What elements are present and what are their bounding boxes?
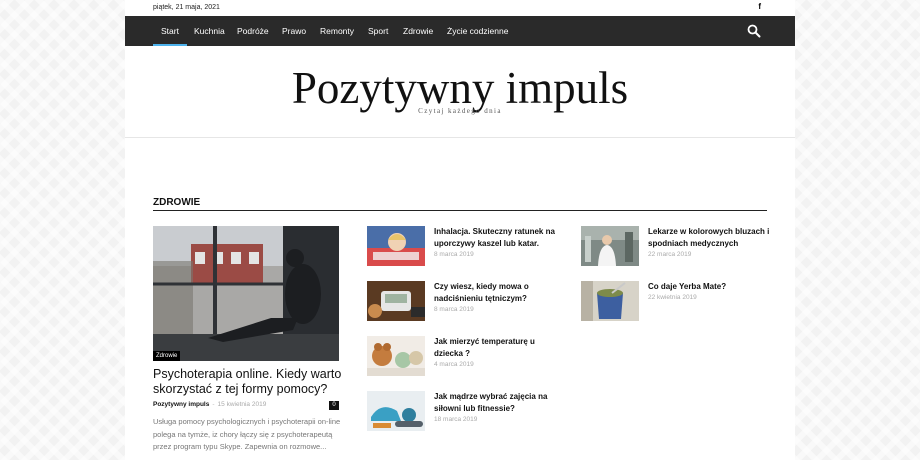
post-date: 22 kwietnia 2019 — [648, 294, 697, 301]
list-item: Lekarze w kolorowych bluzach i spodniach… — [581, 226, 771, 268]
post-thumbnail[interactable] — [367, 281, 425, 321]
post-date: 15 kwietnia 2019 — [217, 401, 267, 408]
post-date: 18 marca 2019 — [434, 416, 478, 423]
post-thumbnail[interactable] — [367, 336, 425, 376]
post-thumbnail[interactable] — [581, 226, 639, 266]
site-tagline: Czytaj każdego dnia — [418, 107, 502, 115]
site-header: Pozytywny impuls Czytaj każdego dnia — [125, 46, 795, 138]
meta-separator: - — [212, 401, 215, 408]
section-divider — [153, 210, 767, 211]
main-navigation: Start Kuchnia Podróże Prawo Remonty Spor… — [125, 16, 795, 46]
nav-item-prawo[interactable]: Prawo — [282, 16, 306, 46]
comment-count-badge[interactable]: 0 — [329, 401, 339, 410]
post-title[interactable]: Jak mądrze wybrać zajęcia na siłowni lub… — [434, 391, 556, 415]
post-date: 8 marca 2019 — [434, 251, 474, 258]
post-date: 22 marca 2019 — [648, 251, 692, 258]
page: piątek, 21 maja, 2021 f Start Kuchnia Po… — [125, 0, 795, 460]
search-icon[interactable] — [747, 24, 761, 38]
post-thumbnail[interactable] — [367, 226, 425, 266]
featured-post-meta: Pozytywny impuls -15 kwietnia 2019 — [153, 401, 266, 408]
list-item: Inhalacja. Skuteczny ratunek na uporczyw… — [367, 226, 557, 268]
nav-item-zycie-codzienne[interactable]: Życie codzienne — [447, 16, 508, 46]
nav-item-sport[interactable]: Sport — [368, 16, 388, 46]
post-date: 4 marca 2019 — [434, 361, 474, 368]
post-title[interactable]: Inhalacja. Skuteczny ratunek na uporczyw… — [434, 226, 556, 250]
list-item: Czy wiesz, kiedy mowa o nadciśnieniu tęt… — [367, 281, 557, 323]
nav-item-remonty[interactable]: Remonty — [320, 16, 354, 46]
post-author[interactable]: Pozytywny impuls — [153, 401, 209, 408]
featured-post-excerpt: Usługa pomocy psychologicznych i psychot… — [153, 417, 341, 451]
nav-item-kuchnia[interactable]: Kuchnia — [194, 16, 225, 46]
current-date: piątek, 21 maja, 2021 — [153, 4, 220, 11]
post-title[interactable]: Jak mierzyć temperaturę u dziecka ? — [434, 336, 556, 360]
nav-item-zdrowie[interactable]: Zdrowie — [403, 16, 433, 46]
nav-item-podroze[interactable]: Podróże — [237, 16, 269, 46]
facebook-icon[interactable]: f — [758, 2, 761, 11]
featured-post-title[interactable]: Psychoterapia online. Kiedy warto skorzy… — [153, 367, 343, 397]
list-item: Jak mądrze wybrać zajęcia na siłowni lub… — [367, 391, 557, 433]
post-title[interactable]: Lekarze w kolorowych bluzach i spodniach… — [648, 226, 770, 250]
featured-post-image[interactable] — [153, 226, 339, 361]
list-item: Co daje Yerba Mate? 22 kwietnia 2019 — [581, 281, 771, 323]
category-badge[interactable]: Zdrowie — [153, 351, 181, 361]
nav-item-start[interactable]: Start — [153, 16, 187, 46]
list-item: Jak mierzyć temperaturę u dziecka ? 4 ma… — [367, 336, 557, 378]
post-date: 8 marca 2019 — [434, 306, 474, 313]
post-thumbnail[interactable] — [581, 281, 639, 321]
post-title[interactable]: Czy wiesz, kiedy mowa o nadciśnieniu tęt… — [434, 281, 556, 305]
top-bar: piątek, 21 maja, 2021 f — [125, 0, 795, 16]
section-title[interactable]: ZDROWIE — [153, 197, 200, 208]
post-thumbnail[interactable] — [367, 391, 425, 431]
post-title[interactable]: Co daje Yerba Mate? — [648, 281, 770, 293]
